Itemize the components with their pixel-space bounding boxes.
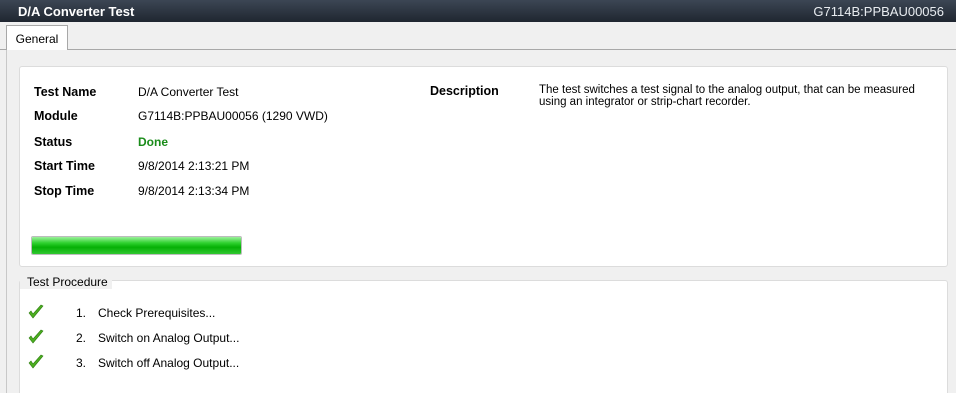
check-icon <box>28 354 62 373</box>
step-number: 1. <box>75 306 86 320</box>
status-label: Status <box>34 135 73 149</box>
test-name-label: Test Name <box>34 85 97 99</box>
check-icon <box>28 304 62 323</box>
module-row: Module G7114B:PPBAU00056 (1290 VWD) <box>34 108 328 124</box>
step-label: Switch on Analog Output... <box>98 331 240 345</box>
step-label: Switch off Analog Output... <box>98 356 240 370</box>
title-module-id: G7114B:PPBAU00056 <box>813 3 944 19</box>
test-procedure-panel: Test Procedure 1. Check Prerequisites...… <box>19 275 948 393</box>
title-bar: D/A Converter Test G7114B:PPBAU00056 <box>0 0 956 22</box>
procedure-step: 2. Switch on Analog Output... <box>28 329 239 347</box>
test-name-row: Test Name D/A Converter Test <box>34 84 239 100</box>
module-value: G7114B:PPBAU00056 (1290 VWD) <box>138 109 328 123</box>
step-number: 3. <box>75 356 86 370</box>
progress-bar-fill <box>32 237 241 254</box>
module-label: Module <box>34 109 78 123</box>
stop-time-value: 9/8/2014 2:13:34 PM <box>138 184 250 198</box>
description-text: The test switches a test signal to the a… <box>539 84 915 108</box>
step-number: 2. <box>75 331 86 345</box>
step-label: Check Prerequisites... <box>98 306 216 320</box>
start-time-label: Start Time <box>34 159 95 173</box>
description-label: Description <box>430 84 499 98</box>
status-row: Status Done <box>34 134 168 150</box>
window-title: D/A Converter Test <box>18 3 135 19</box>
procedure-step: 1. Check Prerequisites... <box>28 304 215 322</box>
procedure-step: 3. Switch off Analog Output... <box>28 354 239 372</box>
tab-strip: General <box>0 22 956 51</box>
tab-general[interactable]: General <box>6 25 68 51</box>
start-time-row: Start Time 9/8/2014 2:13:21 PM <box>34 158 249 174</box>
status-value: Done <box>138 135 168 149</box>
stop-time-label: Stop Time <box>34 184 95 198</box>
test-procedure-heading: Test Procedure <box>20 275 112 289</box>
start-time-value: 9/8/2014 2:13:21 PM <box>138 159 250 173</box>
stop-time-row: Stop Time 9/8/2014 2:13:34 PM <box>34 183 249 199</box>
check-icon <box>28 329 62 348</box>
progress-bar <box>31 236 242 255</box>
test-name-value: D/A Converter Test <box>138 85 239 99</box>
test-info-panel: Test Name D/A Converter Test Module G711… <box>19 66 948 267</box>
tab-content: Test Name D/A Converter Test Module G711… <box>6 50 956 393</box>
